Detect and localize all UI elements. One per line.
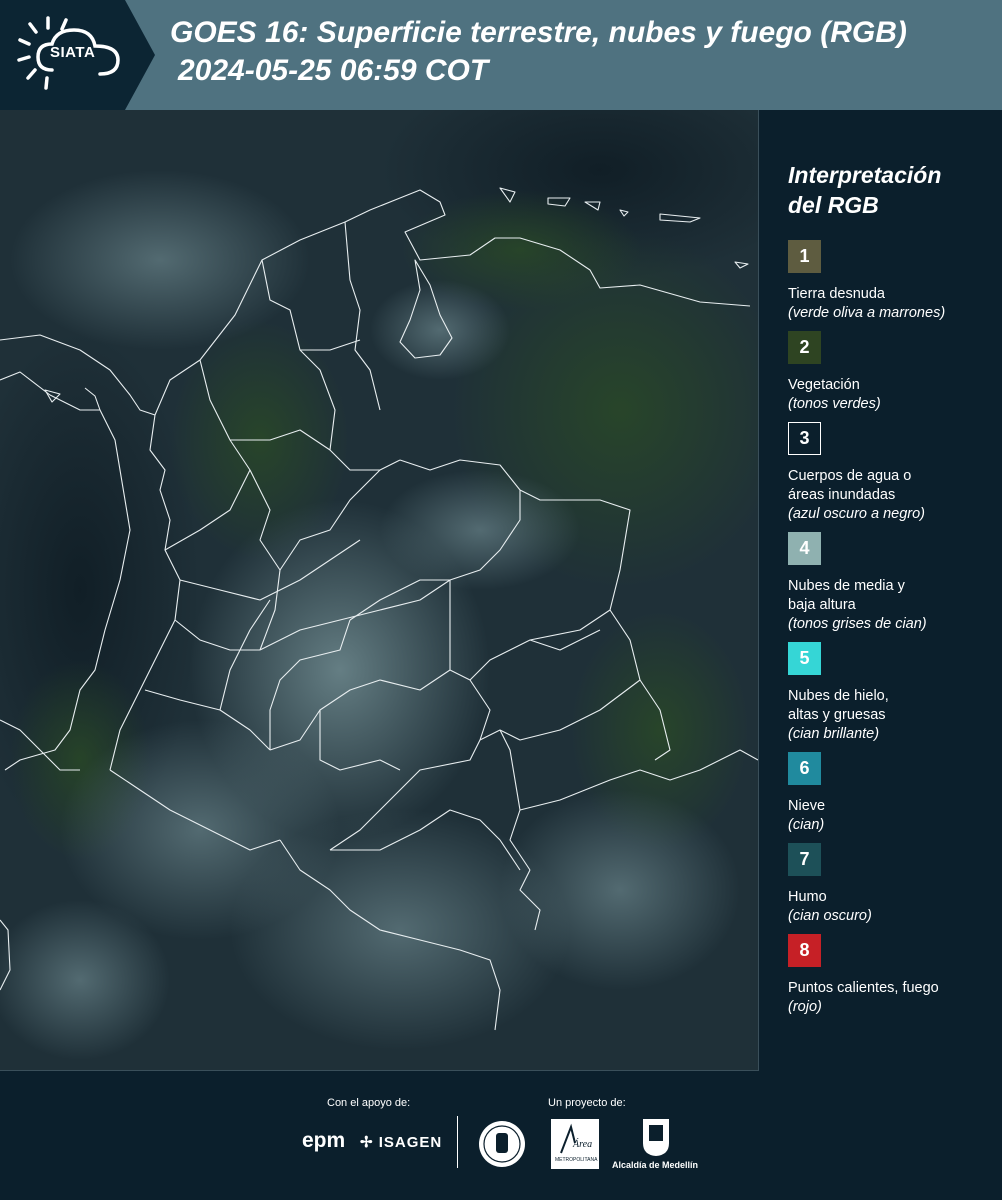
map-svg	[0, 110, 758, 1070]
area-logo-text: Área	[572, 1138, 592, 1150]
legend-description: (tonos verdes)	[788, 396, 881, 412]
legend-label: Tierra desnuda	[788, 286, 885, 302]
legend-description: (cian brillante)	[788, 726, 880, 742]
legend-description: (tonos grises de cian)	[788, 616, 927, 632]
legend-swatch: 3	[788, 422, 821, 455]
legend-description: (cian oscuro)	[788, 908, 872, 924]
legend-item: 6 Nieve (cian)	[788, 752, 993, 835]
legend-swatch: 6	[788, 752, 821, 785]
legend-label: baja altura	[788, 597, 856, 613]
legend-swatch: 5	[788, 642, 821, 675]
legend-swatch: 1	[788, 240, 821, 273]
legend-swatch: 2	[788, 331, 821, 364]
legend-label: Puntos calientes, fuego	[788, 980, 939, 996]
isagen-text: ISAGEN	[378, 1134, 443, 1151]
legend-description: (verde oliva a marrones)	[788, 305, 946, 321]
alcaldia-text: Alcaldía de Medellín	[612, 1160, 699, 1170]
satellite-map[interactable]	[0, 110, 759, 1071]
legend-label: Humo	[788, 889, 827, 905]
legend: Interpretación del RGB 1 Tierra desnuda (v…	[788, 160, 993, 1025]
legend-description: (cian)	[788, 817, 825, 833]
legend-label: Nubes de hielo,	[788, 688, 889, 704]
footer-divider	[457, 1116, 458, 1168]
legend-items: 1 Tierra desnuda (verde oliva a marrones) 2…	[788, 240, 993, 1017]
footer: Con el apoyo de: Un proyecto de: epm ✢ I…	[0, 1071, 1002, 1200]
title-line-2: 2024-05-25 06:59 COT	[178, 54, 489, 87]
project-label: Un proyecto de:	[548, 1097, 626, 1109]
university-seal-icon[interactable]	[477, 1119, 527, 1169]
legend-label: áreas inundadas	[788, 487, 896, 503]
legend-item: 1 Tierra desnuda (verde oliva a marrones)	[788, 240, 993, 323]
area-metropolitana-logo[interactable]: Área METROPOLITANA	[551, 1119, 599, 1169]
legend-item: 3 Cuerpos de agua o áreas inundadas (azul o…	[788, 422, 993, 524]
header: SIATA GOES 16: Superficie terrestre, nub…	[0, 0, 1002, 110]
page-title: GOES 16: Superficie terrestre, nubes y f…	[170, 14, 907, 90]
title-line-1: GOES 16: Superficie terrestre, nubes y f…	[170, 16, 907, 49]
legend-swatch: 4	[788, 532, 821, 565]
legend-label: altas y gruesas	[788, 707, 886, 723]
area-logo-subtext: METROPOLITANA	[555, 1157, 598, 1163]
logo-text: SIATA	[50, 44, 96, 61]
legend-title-line-2: del RGB	[788, 192, 879, 218]
legend-item: 7 Humo (cian oscuro)	[788, 843, 993, 926]
legend-description: (rojo)	[788, 999, 822, 1015]
legend-description: (azul oscuro a negro)	[788, 506, 926, 522]
support-label: Con el apoyo de:	[327, 1097, 411, 1109]
legend-label: Cuerpos de agua o	[788, 468, 912, 484]
legend-title-line-1: Interpretación	[788, 162, 942, 188]
alcaldia-shield-icon[interactable]	[641, 1117, 671, 1157]
epm-logo[interactable]: epm	[302, 1129, 345, 1153]
legend-item: 2 Vegetación (tonos verdes)	[788, 331, 993, 414]
legend-label: Vegetación	[788, 377, 860, 393]
legend-item: 5 Nubes de hielo, altas y gruesas (cian bri…	[788, 642, 993, 744]
legend-title: Interpretación del RGB	[788, 160, 993, 220]
legend-item: 8 Puntos calientes, fuego (rojo)	[788, 934, 993, 1017]
legend-swatch: 8	[788, 934, 821, 967]
cloud-area	[10, 170, 310, 350]
legend-label: Nieve	[788, 798, 826, 814]
siata-logo[interactable]: SIATA	[0, 0, 155, 110]
isagen-star-icon: ✢	[360, 1134, 374, 1151]
legend-item: 4 Nubes de media y baja altura (tonos grise…	[788, 532, 993, 634]
isagen-logo[interactable]: ✢ ISAGEN	[360, 1133, 442, 1151]
legend-label: Nubes de media y	[788, 578, 905, 594]
legend-swatch: 7	[788, 843, 821, 876]
